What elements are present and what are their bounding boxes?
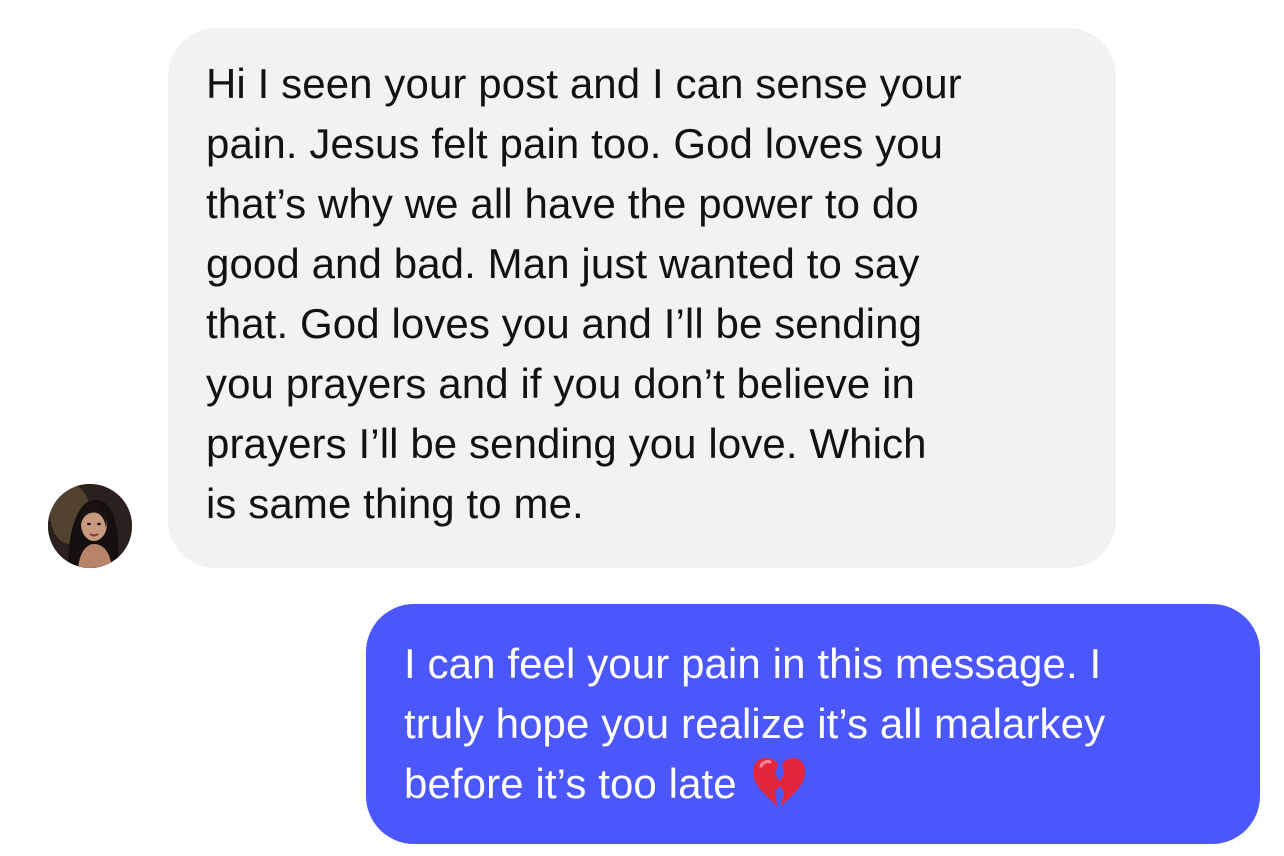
message-thread: Hi I seen your post and I can sense your… <box>0 0 1284 856</box>
message-text-line: I can feel your pain in this message. I <box>404 640 1102 687</box>
message-text-line-last: before it’s too late <box>404 754 1230 814</box>
contact-avatar[interactable] <box>48 484 132 568</box>
message-text-line: truly hope you realize it’s all malarkey <box>404 700 1106 747</box>
message-text-line: that’s why we all have the power to do <box>206 180 919 227</box>
message-text-line: prayers I’ll be sending you love. Which <box>206 420 927 467</box>
message-text-line: Hi I seen your post and I can sense your <box>206 60 962 107</box>
incoming-message-bubble[interactable]: Hi I seen your post and I can sense your… <box>168 28 1116 568</box>
message-text-fragment: before it’s too late <box>404 760 737 807</box>
broken-heart-icon <box>752 757 805 806</box>
outgoing-message-bubble[interactable]: I can feel your pain in this message. I … <box>366 604 1260 844</box>
message-text-line: you prayers and if you don’t believe in <box>206 360 915 407</box>
person-photo-icon <box>48 484 132 568</box>
message-text-line: pain. Jesus felt pain too. God loves you <box>206 120 944 167</box>
message-text-line: good and bad. Man just wanted to say <box>206 240 920 287</box>
message-text-line: that. God loves you and I’ll be sending <box>206 300 923 347</box>
message-text-line: is same thing to me. <box>206 480 584 527</box>
